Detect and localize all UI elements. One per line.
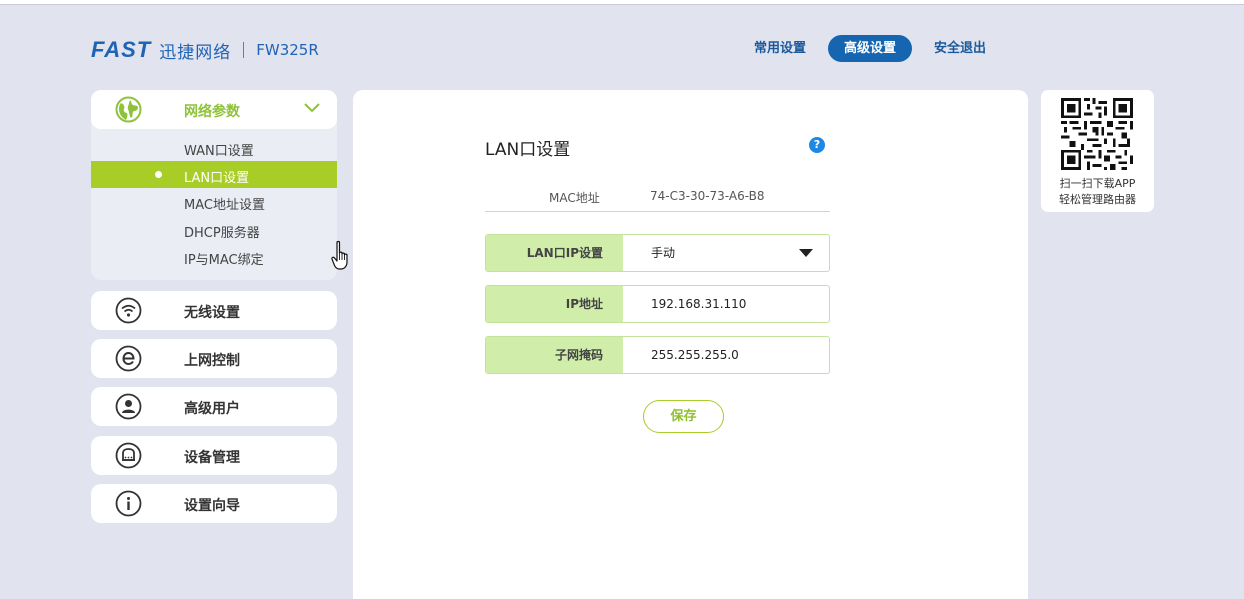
sidebar-group-label: 设置向导 [184, 498, 240, 514]
ip-address-field: IP地址 [485, 285, 830, 323]
sidebar-group-label: 设备管理 [184, 450, 240, 466]
mac-address-label: MAC地址 [549, 191, 600, 205]
globe-icon [115, 96, 142, 123]
sidebar-item-label: LAN口设置 [184, 171, 250, 186]
sidebar-item-label: DHCP服务器 [184, 226, 260, 241]
logo-divider [243, 42, 245, 58]
sidebar-group-internet-control[interactable]: 上网控制 [91, 339, 337, 378]
qr-caption-line1: 扫一扫下载APP [1059, 177, 1136, 190]
sidebar-item-label: MAC地址设置 [184, 198, 265, 213]
sidebar-group-label: 高级用户 [184, 401, 240, 417]
sidebar-item-lan[interactable]: LAN口设置 [91, 161, 337, 188]
ip-address-label: IP地址 [486, 286, 623, 322]
sidebar-group-network-header[interactable]: 网络参数 [91, 90, 337, 129]
qr-caption-line2: 轻松管理路由器 [1059, 193, 1136, 206]
sidebar: 网络参数 WAN口设置 LAN口设置 MAC地址设置 DHCP服务器 IP与MA… [91, 90, 337, 523]
logo-brand-text: FAST [91, 37, 152, 62]
model-name: FW325R [256, 41, 319, 59]
sidebar-item-mac[interactable]: MAC地址设置 [91, 188, 337, 215]
sidebar-group-network: 网络参数 WAN口设置 LAN口设置 MAC地址设置 DHCP服务器 IP与MA… [91, 90, 337, 280]
internet-e-icon [115, 345, 142, 372]
qr-code-image [1061, 98, 1133, 170]
lan-ip-mode-label: LAN口IP设置 [486, 235, 623, 271]
ip-address-input[interactable] [623, 286, 829, 322]
lan-ip-mode-select[interactable]: LAN口IP设置 手动 [485, 234, 830, 272]
router-icon [115, 442, 142, 469]
window-top-border [0, 0, 1244, 5]
mac-address-row: MAC地址 74-C3-30-73-A6-B8 [485, 188, 830, 212]
sidebar-item-wan[interactable]: WAN口设置 [91, 134, 337, 161]
sidebar-item-label: IP与MAC绑定 [184, 253, 264, 268]
page-title: LAN口设置 [485, 140, 571, 160]
info-icon [115, 490, 142, 517]
wifi-icon [115, 297, 142, 324]
qr-code-card: 扫一扫下载APP 轻松管理路由器 [1041, 90, 1154, 212]
user-icon [115, 393, 142, 420]
hand-pointer-icon [331, 240, 348, 270]
chevron-down-icon [304, 103, 320, 113]
sidebar-item-label: WAN口设置 [184, 144, 254, 159]
nav-advanced-settings[interactable]: 高级设置 [828, 35, 913, 62]
main-panel: LAN口设置 ? MAC地址 74-C3-30-73-A6-B8 LAN口IP设… [353, 90, 1028, 599]
sidebar-group-label: 网络参数 [184, 104, 240, 120]
subnet-mask-label: 子网掩码 [486, 337, 623, 373]
sidebar-group-advanced-user[interactable]: 高级用户 [91, 387, 337, 426]
sidebar-group-wireless[interactable]: 无线设置 [91, 291, 337, 330]
nav-common-settings[interactable]: 常用设置 [740, 35, 820, 62]
sidebar-item-dhcp[interactable]: DHCP服务器 [91, 216, 337, 243]
mac-address-value: 74-C3-30-73-A6-B8 [650, 189, 765, 203]
sidebar-group-device-management[interactable]: 设备管理 [91, 436, 337, 475]
help-icon[interactable]: ? [809, 137, 825, 153]
subnet-mask-field: 子网掩码 [485, 336, 830, 374]
top-navigation: 常用设置 高级设置 安全退出 [740, 35, 1000, 62]
sidebar-group-label: 无线设置 [184, 305, 240, 321]
sidebar-group-setup-wizard[interactable]: 设置向导 [91, 484, 337, 523]
nav-logout[interactable]: 安全退出 [920, 35, 1000, 62]
subnet-mask-input[interactable] [623, 337, 829, 373]
sidebar-item-ip-mac-binding[interactable]: IP与MAC绑定 [91, 243, 337, 270]
sidebar-group-label: 上网控制 [184, 353, 240, 369]
logo-chinese-text: 迅捷网络 [159, 42, 232, 63]
active-dot-icon [155, 171, 162, 178]
dropdown-arrow-icon[interactable] [799, 249, 813, 257]
save-button[interactable]: 保存 [643, 400, 724, 433]
brand-logo: FAST 迅捷网络 FW325R [91, 37, 319, 63]
